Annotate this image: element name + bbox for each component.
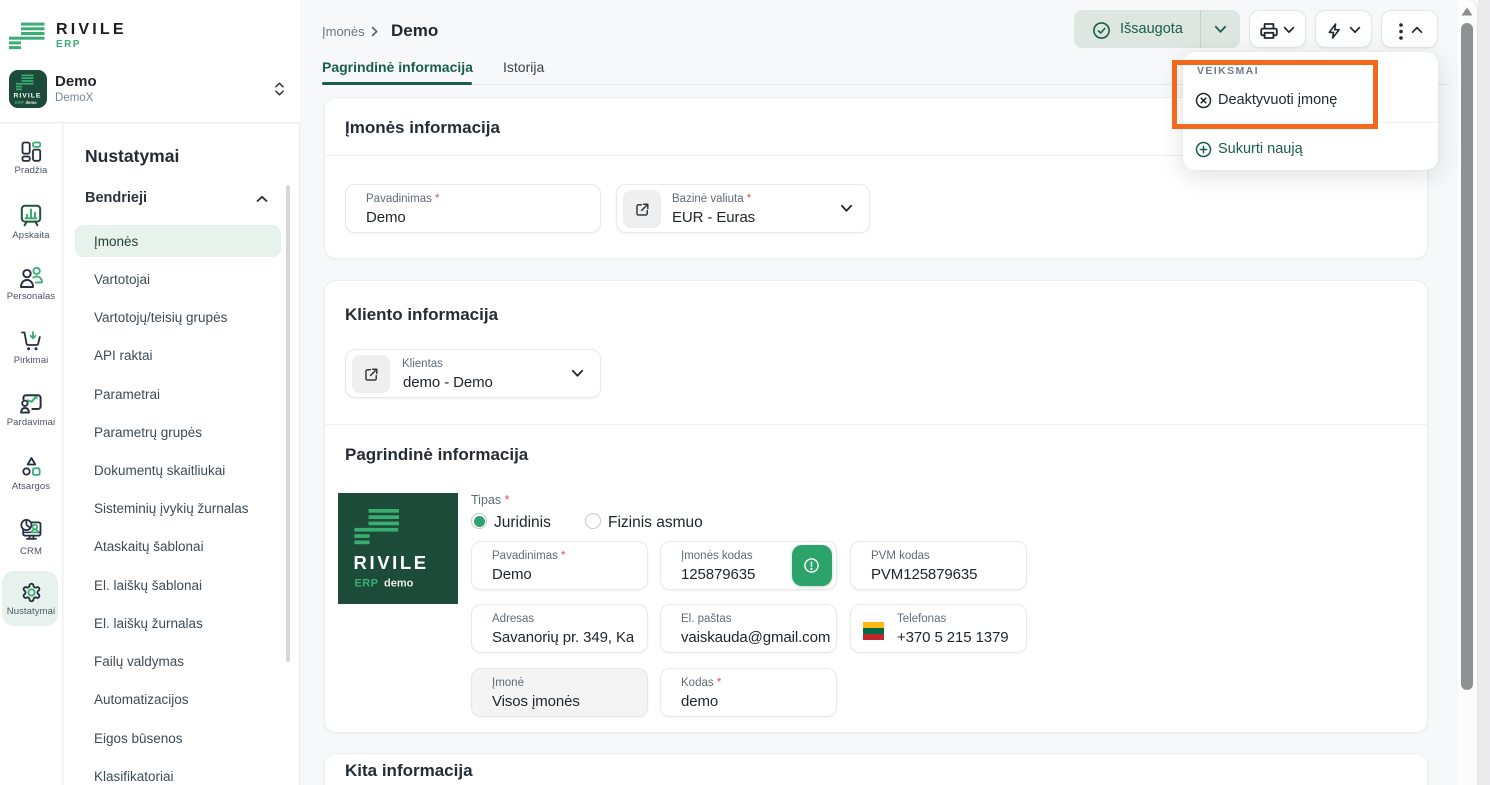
svg-text:ERP: ERP [355,578,379,590]
svg-text:RIVILE: RIVILE [14,93,42,100]
svg-text:demo: demo [26,100,38,105]
svg-text:demo: demo [384,578,414,590]
svg-text:ERP: ERP [15,100,24,105]
svg-text:RIVILE: RIVILE [354,552,429,573]
